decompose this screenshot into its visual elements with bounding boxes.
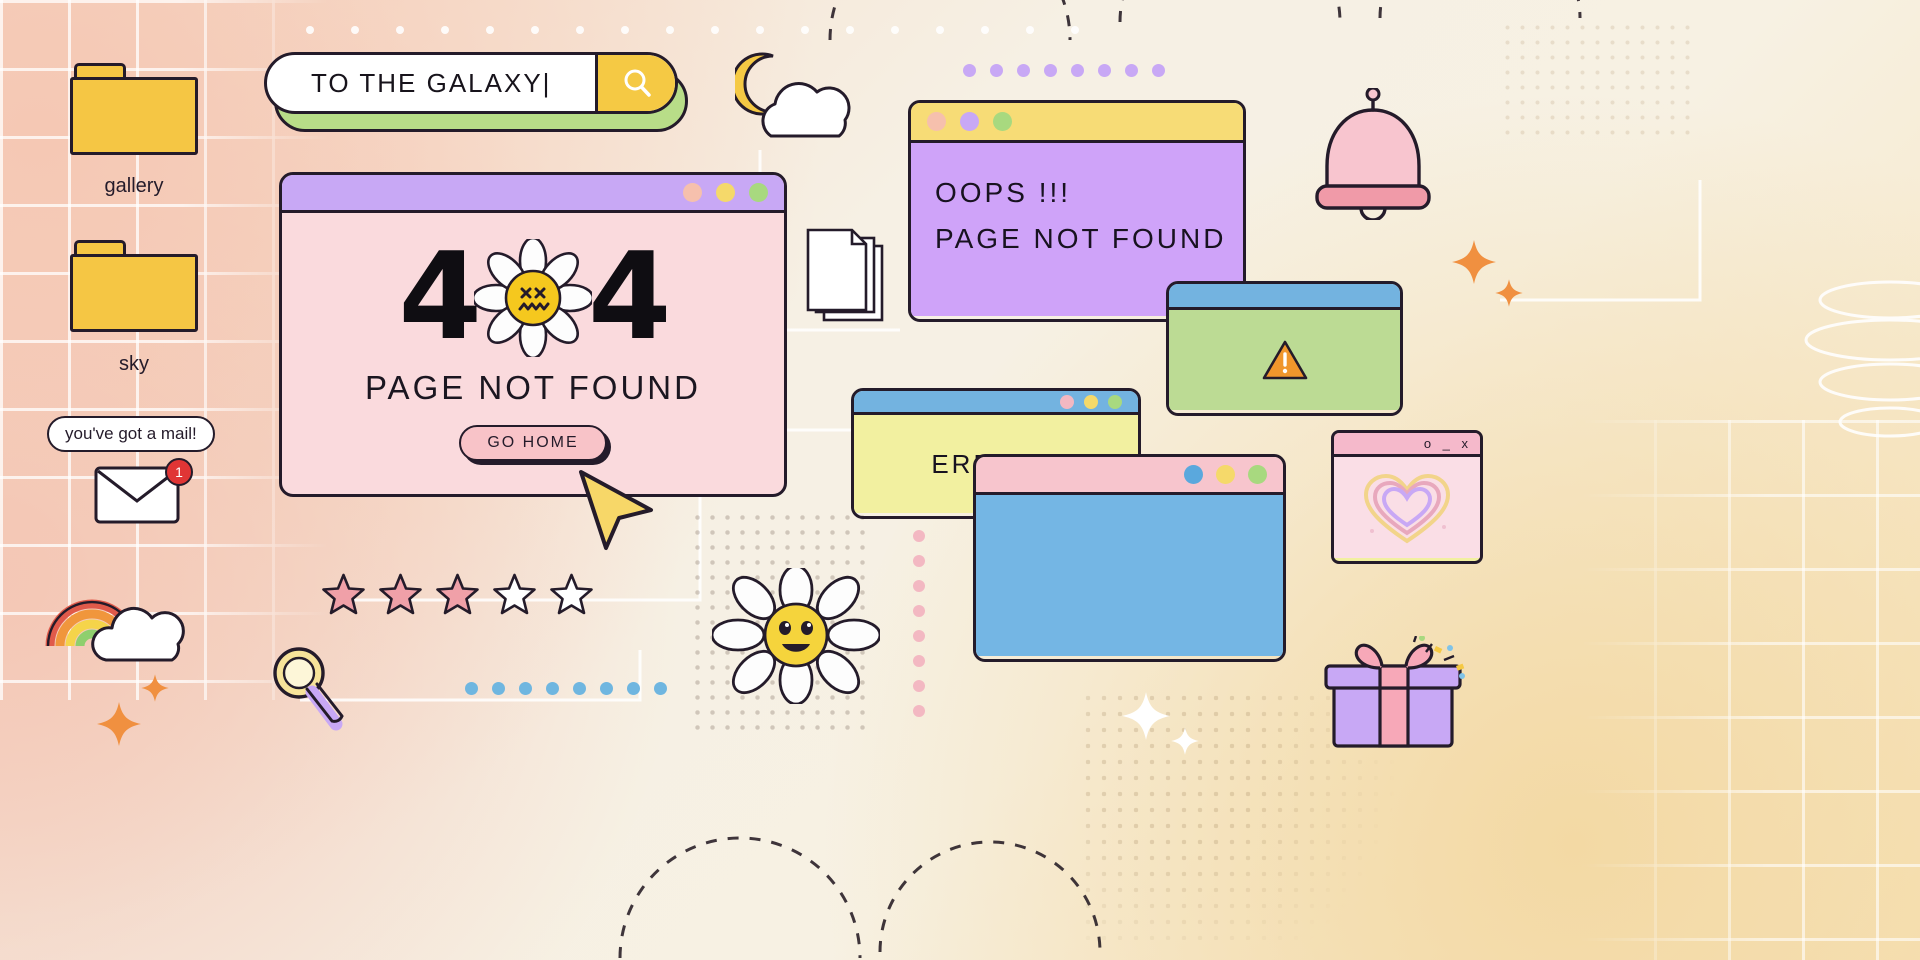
dot-column-pink bbox=[913, 530, 925, 717]
folder-gallery[interactable] bbox=[70, 63, 198, 155]
folder-tab bbox=[74, 240, 126, 254]
folder-body bbox=[70, 254, 198, 332]
folder-tab bbox=[74, 63, 126, 77]
window-404-titlebar[interactable] bbox=[282, 175, 784, 213]
window-heart-titlebar[interactable]: o _ x bbox=[1334, 433, 1480, 457]
cursor-arrow-icon bbox=[579, 470, 653, 550]
star-icon-filled[interactable] bbox=[436, 573, 479, 615]
window-dot-maximize[interactable] bbox=[1248, 465, 1267, 484]
mail-badge-count: 1 bbox=[165, 458, 193, 486]
heart-swirl-icon bbox=[1363, 473, 1451, 543]
window-404-body: 4 4 PAGE NOT FOUND GO HOME bbox=[282, 213, 784, 491]
gift-box-icon[interactable] bbox=[1310, 636, 1480, 752]
window-dot-maximize[interactable] bbox=[1108, 394, 1122, 409]
window-dot-close[interactable] bbox=[683, 183, 702, 202]
window-dot-minimize[interactable] bbox=[716, 183, 735, 202]
window-dot-minimize[interactable] bbox=[960, 112, 979, 131]
oops-line-1: OOPS !!! bbox=[935, 177, 1072, 208]
window-heart-body bbox=[1334, 457, 1480, 558]
search-button[interactable] bbox=[595, 55, 675, 111]
window-dot-maximize[interactable] bbox=[749, 183, 768, 202]
star-icon-filled[interactable] bbox=[379, 573, 422, 615]
window-warning-titlebar[interactable] bbox=[1169, 284, 1400, 310]
window-error-titlebar[interactable] bbox=[854, 391, 1138, 415]
window-warning[interactable] bbox=[1166, 281, 1403, 416]
digit-four-left: 4 bbox=[398, 228, 482, 367]
window-dot-minimize[interactable] bbox=[1084, 394, 1098, 409]
window-dot-close[interactable] bbox=[1060, 394, 1074, 409]
illustration-canvas: gallery sky you've got a mail! 1 TO THE … bbox=[0, 0, 1920, 960]
star-icon-empty[interactable] bbox=[493, 573, 536, 615]
dot-row-purple bbox=[963, 64, 1165, 77]
folder-body bbox=[70, 77, 198, 155]
error-code-row: 4 4 bbox=[398, 228, 672, 367]
oops-line-2: PAGE NOT FOUND bbox=[935, 223, 1227, 254]
window-oops-titlebar[interactable] bbox=[911, 103, 1243, 143]
moon-cloud-icon bbox=[735, 52, 851, 138]
folder-sky[interactable] bbox=[70, 240, 198, 332]
folder-sky-label: sky bbox=[119, 353, 149, 375]
digit-four-right: 4 bbox=[588, 228, 671, 367]
go-home-button[interactable]: GO HOME bbox=[459, 425, 607, 461]
sparkle-icon bbox=[1495, 279, 1523, 307]
window-dot-close[interactable] bbox=[927, 112, 946, 131]
page-not-found-message: PAGE NOT FOUND bbox=[365, 369, 701, 406]
mail-tooltip: you've got a mail! bbox=[47, 416, 215, 452]
dot-row-blue bbox=[465, 682, 667, 695]
star-icon-empty[interactable] bbox=[550, 573, 593, 615]
window-controls-label[interactable]: o _ x bbox=[1424, 436, 1472, 451]
bell-icon[interactable] bbox=[1305, 88, 1441, 220]
sparkle-icon bbox=[141, 674, 169, 702]
window-blue-titlebar[interactable] bbox=[976, 457, 1283, 495]
window-dot-close[interactable] bbox=[1184, 465, 1203, 484]
window-404[interactable]: 4 4 PAGE NOT FOUND GO HOME bbox=[279, 172, 787, 497]
rainbow-cloud-icon bbox=[45, 599, 185, 662]
search-icon bbox=[624, 69, 651, 97]
dead-daisy-icon bbox=[474, 239, 592, 357]
window-blue[interactable] bbox=[973, 454, 1286, 662]
star-rating[interactable] bbox=[322, 573, 593, 615]
sparkle-icon bbox=[1452, 240, 1496, 284]
top-dot-band bbox=[306, 26, 1079, 34]
sparkle-icon bbox=[97, 702, 141, 746]
window-heart[interactable]: o _ x bbox=[1331, 430, 1483, 564]
papers-stack-icon bbox=[806, 228, 884, 322]
dot-texture-top-right bbox=[1500, 20, 1700, 140]
window-blue-body bbox=[976, 495, 1283, 656]
search-bar[interactable]: TO THE GALAXY| bbox=[264, 52, 688, 132]
star-icon-filled[interactable] bbox=[322, 573, 365, 615]
sparkle-icon bbox=[1171, 727, 1199, 755]
daisy-smile-icon bbox=[712, 568, 880, 704]
window-warning-body bbox=[1169, 310, 1400, 410]
window-dot-minimize[interactable] bbox=[1216, 465, 1235, 484]
search-input[interactable]: TO THE GALAXY| bbox=[267, 68, 595, 99]
folder-gallery-label: gallery bbox=[104, 175, 164, 197]
sparkle-icon bbox=[1122, 692, 1170, 740]
magnifier-icon[interactable] bbox=[266, 640, 348, 740]
warning-triangle-icon bbox=[1262, 340, 1307, 380]
window-dot-maximize[interactable] bbox=[993, 112, 1012, 131]
